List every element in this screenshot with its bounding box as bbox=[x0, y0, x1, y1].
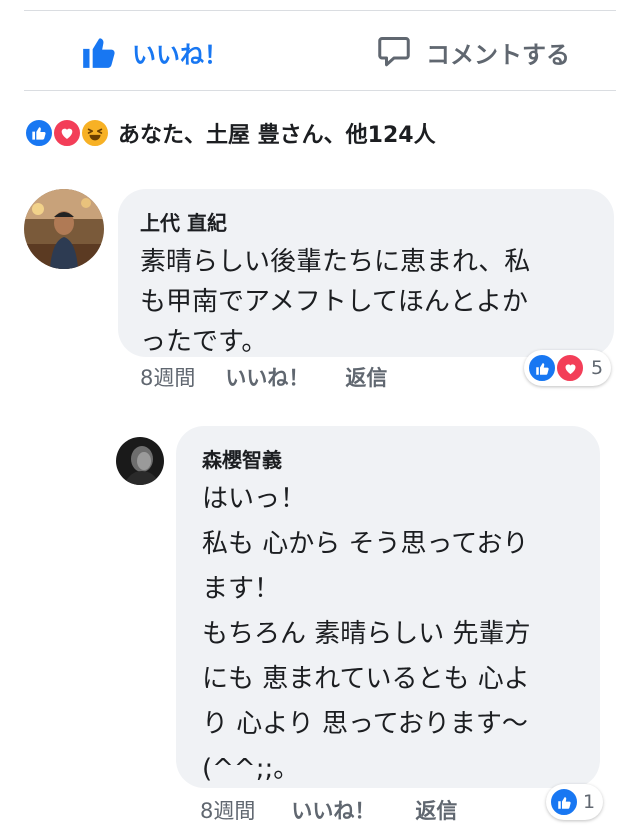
reaction-count: 1 bbox=[583, 791, 596, 813]
avatar-photo-icon bbox=[116, 437, 164, 485]
actions-divider bbox=[24, 90, 616, 91]
comment-timestamp[interactable]: 8週間 bbox=[140, 362, 195, 392]
comment-reply-button[interactable]: 返信 bbox=[345, 362, 387, 392]
comment-meta: 8週間 いいね！ 返信 bbox=[140, 362, 387, 392]
comment-like-button[interactable]: いいね！ bbox=[225, 362, 309, 392]
avatar[interactable] bbox=[24, 189, 104, 269]
thumbs-up-icon bbox=[83, 38, 115, 68]
haha-reaction-icon bbox=[80, 118, 110, 148]
comment-reply-button[interactable]: 返信 bbox=[415, 795, 457, 825]
love-reaction-icon bbox=[555, 353, 585, 383]
like-reaction-icon bbox=[549, 787, 579, 817]
like-button[interactable]: いいね！ bbox=[80, 30, 228, 74]
comment-bubble-icon bbox=[378, 37, 410, 67]
comment-label: コメントする bbox=[426, 40, 570, 69]
like-reaction-icon bbox=[527, 353, 557, 383]
reactions-summary-text: あなた、土屋 豊さん、他124人 bbox=[118, 123, 436, 148]
reaction-count: 5 bbox=[591, 357, 604, 379]
top-divider bbox=[24, 10, 616, 11]
like-reaction-icon bbox=[24, 118, 54, 148]
like-label: いいね！ bbox=[132, 40, 228, 69]
love-reaction-icon bbox=[52, 118, 82, 148]
avatar-photo-icon bbox=[24, 189, 104, 269]
comment-line: ったです。 bbox=[140, 327, 268, 357]
comment-like-button[interactable]: いいね！ bbox=[291, 795, 375, 825]
comment-line: も甲南でアメフトしてほんとよか bbox=[140, 287, 528, 317]
comment-bubble: 上代 直紀 素晴らしい後輩たちに恵まれ、私 も甲南でアメフトしてほんとよか った… bbox=[118, 189, 614, 357]
comment-reactions-badge[interactable]: 1 bbox=[546, 784, 604, 820]
avatar[interactable] bbox=[116, 437, 164, 485]
comment-author[interactable]: 森櫻智義 bbox=[202, 444, 576, 473]
comment-button[interactable]: コメントする bbox=[376, 30, 570, 74]
comment-line: ます！ bbox=[202, 574, 281, 604]
comment-meta: 8週間 いいね！ 返信 bbox=[200, 795, 457, 825]
comment-text: 素晴らしい後輩たちに恵まれ、私 も甲南でアメフトしてほんとよか ったです。 bbox=[140, 242, 590, 362]
comment-line: もちろん 素晴らしい 先輩方 bbox=[202, 619, 531, 649]
comment-line: はいっ！ bbox=[202, 484, 307, 514]
comment-line: (^^;;。 bbox=[202, 754, 300, 784]
comment-line: り 心より 思っております〜 bbox=[202, 709, 528, 739]
comment-reactions-badge[interactable]: 5 bbox=[524, 350, 612, 386]
comment-author[interactable]: 上代 直紀 bbox=[140, 207, 590, 236]
reactions-summary[interactable]: あなた、土屋 豊さん、他124人 bbox=[24, 116, 436, 150]
comment-line: 素晴らしい後輩たちに恵まれ、私 bbox=[140, 247, 531, 277]
comment-line: にも 恵まれているとも 心よ bbox=[202, 664, 530, 694]
comment-bubble: 森櫻智義 はいっ！ 私も 心から そう思っており ます！ もちろん 素晴らしい … bbox=[176, 426, 600, 788]
comment-text: はいっ！ 私も 心から そう思っており ます！ もちろん 素晴らしい 先輩方 に… bbox=[202, 477, 576, 792]
comment-line: 私も 心から そう思っており bbox=[202, 529, 529, 559]
comment-timestamp[interactable]: 8週間 bbox=[200, 795, 255, 825]
